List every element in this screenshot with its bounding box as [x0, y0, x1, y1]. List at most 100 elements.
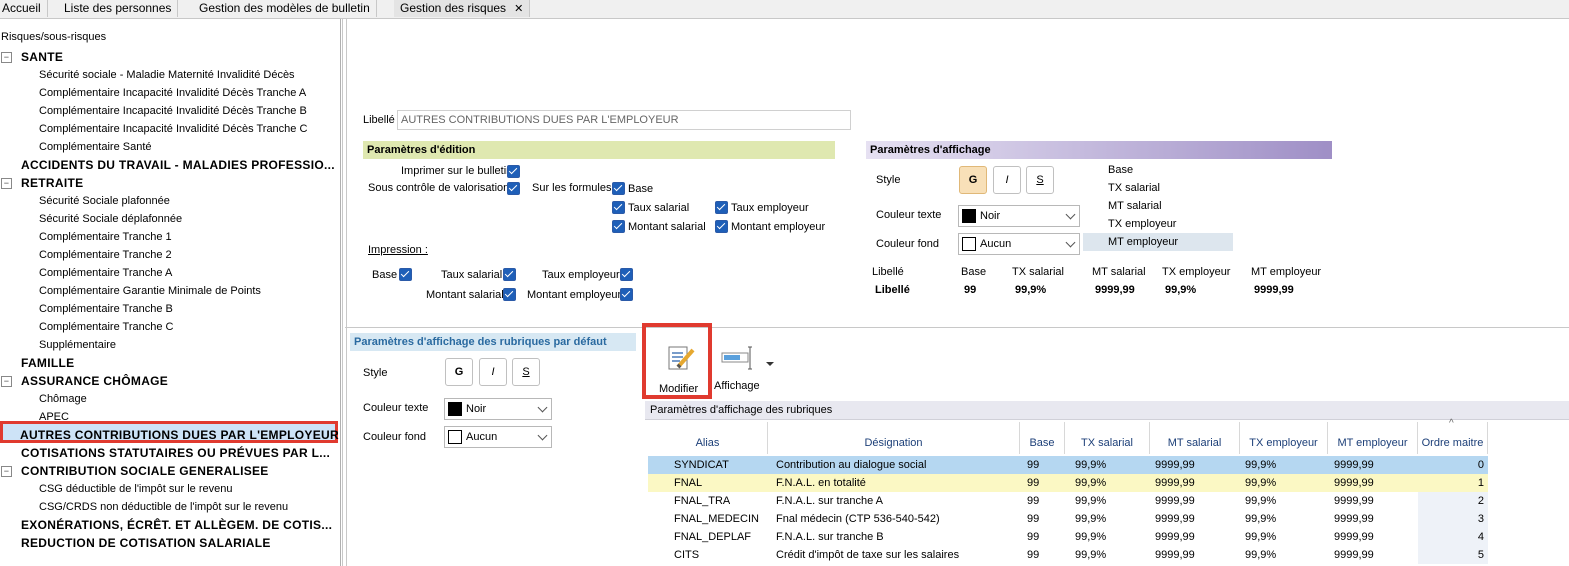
tree-item-label: Complémentaire Tranche 2 [39, 249, 172, 261]
tab-accueil[interactable]: Accueil [0, 0, 48, 17]
affichage-couleur-texte-select[interactable]: Noir [958, 205, 1080, 227]
formule-taux-salarial-checkbox[interactable] [612, 201, 625, 214]
preview-value: Libellé [875, 284, 910, 296]
tree-item-label: ASSURANCE CHÔMAGE [21, 374, 169, 388]
table-cell: 99 [1027, 549, 1040, 561]
dropdown-arrow-icon[interactable] [766, 362, 774, 366]
preview-header: MT employeur [1251, 266, 1322, 278]
tree-category[interactable]: AUTRES CONTRIBUTIONS DUES PAR L'EMPLOYEU… [0, 421, 339, 443]
preview-header: Base [961, 266, 987, 278]
table-cell: 9999,99 [1155, 459, 1195, 471]
column-header[interactable]: TX employeur [1240, 422, 1328, 454]
defaut-style-label: Style [363, 367, 388, 379]
grid-title: Paramètres d'affichage des rubriques [650, 404, 833, 416]
defaut-italic-button[interactable]: I [479, 358, 507, 386]
close-icon[interactable]: ✕ [514, 3, 523, 15]
table-cell: 99 [1027, 513, 1040, 525]
affichage-list-item[interactable]: MT employeur [1083, 233, 1233, 251]
table-cell: 99 [1027, 477, 1040, 489]
risk-tree: Risques/sous-risques − SANTE Sécurité soci… [0, 19, 341, 566]
formule-montant-employeur-checkbox[interactable] [715, 220, 728, 233]
table-cell: 99,9% [1245, 531, 1277, 543]
table-cell: 99,9% [1245, 459, 1277, 471]
collapse-icon[interactable]: − [1, 178, 12, 189]
table-cell: F.N.A.L. en totalité [776, 477, 866, 489]
affichage-section-header: Paramètres d'affichage [866, 141, 1332, 159]
impression-base-checkbox[interactable] [399, 268, 412, 281]
table-cell: 1 [1477, 477, 1484, 489]
table-cell: CITS [674, 549, 700, 561]
collapse-icon[interactable]: − [1, 52, 12, 63]
column-header[interactable]: Alias [648, 422, 768, 454]
table-cell: 99,9% [1075, 477, 1107, 489]
affichage-list-item[interactable]: MT salarial [1083, 197, 1233, 215]
impression-montant-salarial-label: Montant salarial [426, 289, 504, 301]
column-header[interactable]: MT employeur [1328, 422, 1418, 454]
affichage-underline-button[interactable]: S [1026, 166, 1054, 194]
affichage-list-item[interactable]: TX employeur [1083, 215, 1233, 233]
table-cell: FNAL [674, 477, 703, 489]
defaut-couleur-texte-select[interactable]: Noir [444, 398, 552, 420]
defaut-bold-button[interactable]: G [445, 358, 473, 386]
tab-gestion-modeles[interactable]: Gestion des modèles de bulletin [193, 0, 377, 17]
sous-controle-label: Sous contrôle de valorisation [368, 182, 510, 194]
color-swatch [962, 237, 976, 251]
affichage-bold-button[interactable]: G [959, 166, 987, 194]
preview-value: 9999,99 [1095, 284, 1135, 296]
column-header[interactable]: Ordre maitre [1418, 422, 1488, 454]
select-value: Aucun [466, 431, 498, 443]
tab-liste-personnes[interactable]: Liste des personnes [58, 0, 179, 17]
column-header[interactable]: TX salarial [1065, 422, 1150, 454]
impression-taux-employeur-label: Taux employeur [542, 269, 620, 281]
affichage-label: Affichage [714, 380, 760, 392]
table-cell: 5 [1477, 549, 1484, 561]
libelle-input[interactable]: AUTRES CONTRIBUTIONS DUES PAR L'EMPLOYEU… [397, 110, 851, 130]
table-cell: 4 [1477, 531, 1484, 543]
tab-label: Gestion des modèles de bulletin [199, 1, 370, 15]
table-cell: Crédit d'impôt de taxe sur les salaires [776, 549, 960, 561]
impression-taux-employeur-checkbox[interactable] [620, 268, 633, 281]
tree-item-label: RETRAITE [21, 176, 84, 190]
formule-taux-employeur-label: Taux employeur [731, 202, 809, 214]
grid-title-bar: Paramètres d'affichage des rubriques [645, 401, 1569, 420]
collapse-icon[interactable]: − [1, 466, 12, 477]
impression-montant-salarial-checkbox[interactable] [503, 288, 516, 301]
tab-gestion-risques[interactable]: Gestion des risques ✕ [394, 0, 531, 17]
modifier-button[interactable]: Modifier [642, 323, 712, 399]
affichage-couleur-fond-select[interactable]: Aucun [958, 233, 1080, 255]
affichage-list-item[interactable]: Base [1083, 161, 1233, 179]
table-cell: 99,9% [1075, 531, 1107, 543]
horizontal-splitter[interactable] [345, 327, 1569, 328]
formule-base-checkbox[interactable] [612, 182, 625, 195]
affichage-italic-button[interactable]: I [993, 166, 1021, 194]
tree-item-label: Complémentaire Tranche C [39, 321, 174, 333]
impression-taux-salarial-checkbox[interactable] [503, 268, 516, 281]
affichage-button[interactable]: Affichage [712, 327, 778, 397]
table-cell: SYNDICAT [674, 459, 729, 471]
table-cell: 99,9% [1075, 513, 1107, 525]
affichage-style-label: Style [876, 174, 901, 186]
tree-item-label: Complémentaire Garantie Minimale de Poin… [39, 285, 261, 297]
affichage-list-item[interactable]: TX salarial [1083, 179, 1233, 197]
tree-item-label: SANTE [21, 50, 64, 64]
impression-montant-employeur-checkbox[interactable] [620, 288, 633, 301]
impression-taux-salarial-label: Taux salarial [441, 269, 503, 281]
collapse-icon[interactable]: − [1, 376, 12, 387]
preview-value: 99,9% [1015, 284, 1047, 296]
table-cell: 99,9% [1245, 549, 1277, 561]
select-value: Aucun [980, 238, 1012, 250]
vertical-splitter[interactable] [342, 19, 347, 566]
column-header[interactable]: Désignation [768, 422, 1020, 454]
defaut-couleur-fond-select[interactable]: Aucun [444, 426, 552, 448]
sous-controle-checkbox[interactable] [507, 182, 520, 195]
table-cell: 9999,99 [1155, 531, 1195, 543]
defaut-underline-button[interactable]: S [512, 358, 540, 386]
column-header[interactable]: Base [1020, 422, 1065, 454]
formule-montant-salarial-checkbox[interactable] [612, 220, 625, 233]
formule-taux-employeur-checkbox[interactable] [715, 201, 728, 214]
column-header[interactable]: MT salarial [1150, 422, 1240, 454]
tree-item-label: COTISATIONS STATUTAIRES OU PRÉVUES PAR L… [21, 446, 331, 460]
table-cell: Contribution au dialogue social [776, 459, 927, 471]
imprimer-checkbox[interactable] [507, 165, 520, 178]
table-cell: 2 [1477, 495, 1484, 507]
